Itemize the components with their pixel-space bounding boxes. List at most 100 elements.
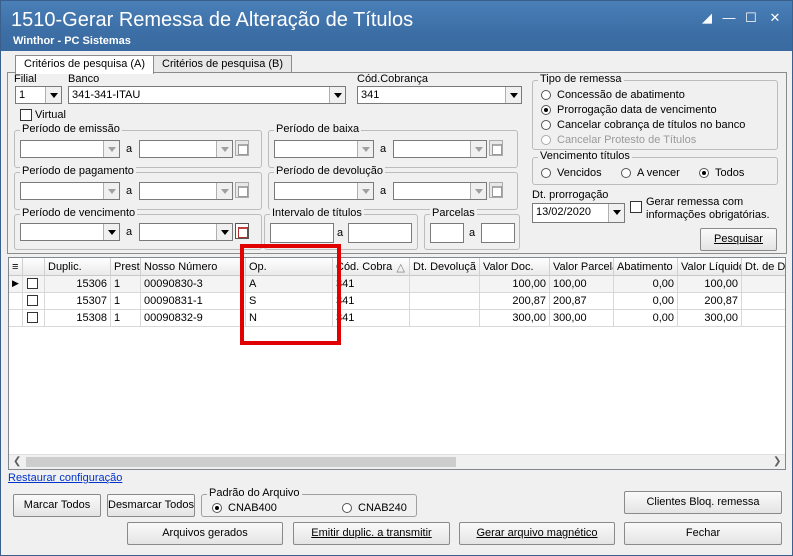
vencimento-from-select[interactable] bbox=[20, 223, 120, 241]
chevron-down-icon[interactable] bbox=[103, 224, 119, 240]
calendar-icon[interactable] bbox=[235, 140, 249, 156]
virtual-checkbox[interactable] bbox=[20, 109, 32, 121]
intervalo-from-input[interactable] bbox=[270, 223, 334, 243]
emissao-from-select[interactable] bbox=[20, 140, 120, 158]
chevron-down-icon[interactable] bbox=[329, 87, 345, 103]
row-checkbox[interactable] bbox=[27, 312, 38, 323]
devolucao-to-select[interactable] bbox=[393, 182, 487, 200]
column-header[interactable]: Dt. de D bbox=[742, 258, 785, 276]
row-checkbox[interactable] bbox=[27, 295, 38, 306]
calendar-icon[interactable] bbox=[489, 182, 503, 198]
chevron-down-icon[interactable] bbox=[357, 183, 373, 199]
chevron-down-icon[interactable] bbox=[216, 183, 232, 199]
column-header[interactable]: Prest bbox=[111, 258, 141, 276]
dt-prorrogacao-input[interactable]: 13/02/2020 bbox=[532, 203, 625, 223]
table-row[interactable]: 15307 1 00090831-1 S 341 200,87 200,87 0… bbox=[9, 293, 785, 310]
cell-prest: 1 bbox=[111, 310, 141, 327]
radio-cancelar-protesto[interactable] bbox=[541, 135, 551, 145]
parcelas-to-input[interactable] bbox=[481, 223, 515, 243]
results-grid[interactable]: ≡ Duplic. Prest Nosso Número Op. Cód. Co… bbox=[8, 257, 786, 470]
radio-todos[interactable] bbox=[699, 168, 709, 178]
emissao-to-select[interactable] bbox=[139, 140, 233, 158]
radio-concessao-abatimento[interactable] bbox=[541, 90, 551, 100]
desmarcar-todos-button[interactable]: Desmarcar Todos bbox=[107, 494, 195, 517]
radio-vencidos[interactable] bbox=[541, 168, 551, 178]
parcelas-from-input[interactable] bbox=[430, 223, 464, 243]
chevron-down-icon[interactable] bbox=[103, 183, 119, 199]
column-header[interactable]: Dt. Devoluçã bbox=[410, 258, 480, 276]
column-header[interactable]: Cód. Cobra △ bbox=[333, 258, 410, 276]
column-header[interactable]: Duplic. bbox=[45, 258, 111, 276]
marcar-todos-button[interactable]: Marcar Todos bbox=[13, 494, 101, 517]
chevron-down-icon[interactable] bbox=[216, 224, 232, 240]
cell-nosso-numero: 00090830-3 bbox=[141, 276, 246, 293]
calendar-icon[interactable] bbox=[235, 182, 249, 198]
banco-select[interactable]: 341-341-ITAU bbox=[68, 86, 346, 104]
cod-cobranca-value: 341 bbox=[361, 89, 380, 101]
restore-icon[interactable]: ◢ bbox=[699, 11, 715, 25]
baixa-from-select[interactable] bbox=[274, 140, 374, 158]
tab-criterios-a[interactable]: Critérios de pesquisa (A) bbox=[15, 55, 155, 74]
devolucao-from-select[interactable] bbox=[274, 182, 374, 200]
chevron-down-icon[interactable] bbox=[608, 204, 624, 222]
chevron-down-icon[interactable] bbox=[45, 87, 61, 103]
radio-cnab240[interactable] bbox=[342, 503, 352, 513]
baixa-to-select[interactable] bbox=[393, 140, 487, 158]
cell-dt-de bbox=[742, 310, 785, 327]
column-header[interactable]: Valor Parcela bbox=[550, 258, 614, 276]
cell-dt-devolucao bbox=[410, 310, 480, 327]
cell-valor-doc: 100,00 bbox=[480, 276, 550, 293]
row-select-cell[interactable] bbox=[23, 293, 45, 310]
clientes-bloq-remessa-button[interactable]: Clientes Bloq. remessa bbox=[624, 491, 782, 514]
cell-duplic: 15307 bbox=[45, 293, 111, 310]
scroll-left-icon[interactable]: ❮ bbox=[13, 456, 21, 467]
emitir-duplic-button[interactable]: Emitir duplic. a transmitir bbox=[293, 522, 450, 545]
scroll-right-icon[interactable]: ❯ bbox=[773, 456, 781, 467]
column-header[interactable]: Valor Doc. bbox=[480, 258, 550, 276]
calendar-icon[interactable] bbox=[489, 140, 503, 156]
column-header[interactable]: Abatimento bbox=[614, 258, 678, 276]
horizontal-scrollbar[interactable]: ❮ ❯ bbox=[9, 454, 785, 469]
chevron-down-icon[interactable] bbox=[357, 141, 373, 157]
intervalo-to-input[interactable] bbox=[348, 223, 412, 243]
row-checkbox[interactable] bbox=[27, 278, 38, 289]
cell-nosso-numero: 00090831-1 bbox=[141, 293, 246, 310]
pesquisar-button[interactable]: Pesquisar bbox=[700, 228, 777, 251]
chevron-down-icon[interactable] bbox=[470, 183, 486, 199]
radio-cancelar-cobranca[interactable] bbox=[541, 120, 551, 130]
title-bar[interactable]: 1510-Gerar Remessa de Alteração de Títul… bbox=[1, 1, 792, 51]
calendar-icon[interactable] bbox=[235, 223, 249, 239]
filial-select[interactable]: 1 bbox=[15, 86, 62, 104]
table-row[interactable]: 15308 1 00090832-9 N 341 300,00 300,00 0… bbox=[9, 310, 785, 327]
column-header[interactable]: Valor Líquido bbox=[678, 258, 742, 276]
maximize-icon[interactable]: ☐ bbox=[743, 11, 759, 25]
column-header[interactable]: Nosso Número bbox=[141, 258, 246, 276]
table-row[interactable]: ▶ 15306 1 00090830-3 A 341 100,00 100,00… bbox=[9, 276, 785, 293]
chevron-down-icon[interactable] bbox=[103, 141, 119, 157]
radio-prorrogacao-vencimento[interactable] bbox=[541, 105, 551, 115]
pagamento-from-select[interactable] bbox=[20, 182, 120, 200]
pagamento-to-select[interactable] bbox=[139, 182, 233, 200]
tab-criterios-b[interactable]: Critérios de pesquisa (B) bbox=[153, 55, 293, 73]
row-select-cell[interactable] bbox=[23, 276, 45, 293]
radio-cnab400[interactable] bbox=[212, 503, 222, 513]
fechar-button[interactable]: Fechar bbox=[624, 522, 782, 545]
arquivos-gerados-button[interactable]: Arquivos gerados bbox=[127, 522, 283, 545]
vencimento-to-select[interactable] bbox=[139, 223, 233, 241]
cod-cobranca-select[interactable]: 341 bbox=[357, 86, 522, 104]
row-select-cell[interactable] bbox=[23, 310, 45, 327]
chevron-down-icon[interactable] bbox=[505, 87, 521, 103]
gerar-remessa-checkbox[interactable] bbox=[630, 201, 642, 213]
restaurar-configuracao-link[interactable]: Restaurar configuração bbox=[8, 472, 122, 484]
gerar-arquivo-button[interactable]: Gerar arquivo magnético bbox=[459, 522, 615, 545]
close-icon[interactable]: ✕ bbox=[767, 11, 783, 25]
minimize-icon[interactable]: — bbox=[721, 11, 737, 25]
radio-a-vencer[interactable] bbox=[621, 168, 631, 178]
chevron-down-icon[interactable] bbox=[216, 141, 232, 157]
row-indicator bbox=[9, 293, 23, 310]
chevron-down-icon[interactable] bbox=[470, 141, 486, 157]
scrollbar-thumb[interactable] bbox=[26, 457, 456, 467]
select-column-header[interactable] bbox=[23, 258, 45, 276]
column-chooser-icon[interactable]: ≡ bbox=[9, 258, 23, 276]
a-vencer-label: A vencer bbox=[637, 167, 680, 179]
